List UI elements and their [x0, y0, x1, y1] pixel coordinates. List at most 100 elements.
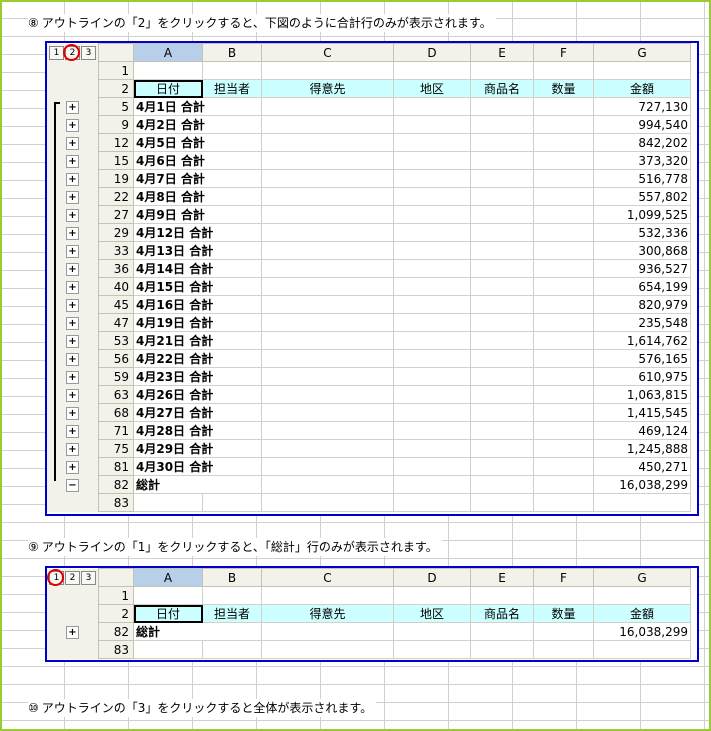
cell[interactable] — [261, 403, 394, 422]
cell[interactable] — [393, 187, 471, 206]
cell[interactable] — [261, 586, 394, 605]
row-header[interactable]: 9 — [98, 115, 134, 134]
cell[interactable] — [470, 586, 534, 605]
cell[interactable] — [393, 133, 471, 152]
amount-cell[interactable]: 16,038,299 — [593, 622, 691, 641]
header-cell[interactable]: 担当者 — [202, 79, 262, 98]
date-label-cell[interactable]: 4月13日 合計 — [133, 241, 262, 260]
cell[interactable] — [261, 475, 394, 494]
row-header[interactable]: 2 — [98, 604, 134, 623]
cell[interactable] — [393, 640, 471, 659]
cell[interactable] — [393, 493, 471, 512]
amount-cell[interactable]: 516,778 — [593, 169, 691, 188]
cell[interactable] — [533, 475, 594, 494]
header-cell[interactable]: 得意先 — [261, 604, 394, 623]
cell[interactable] — [261, 205, 394, 224]
row-header[interactable]: 68 — [98, 403, 134, 422]
row-header[interactable]: 36 — [98, 259, 134, 278]
cell[interactable] — [393, 367, 471, 386]
column-header-B[interactable]: B — [202, 43, 262, 62]
cell[interactable] — [261, 241, 394, 260]
cell[interactable] — [470, 277, 534, 296]
cell[interactable] — [533, 277, 594, 296]
cell[interactable] — [470, 259, 534, 278]
date-label-cell[interactable]: 4月7日 合計 — [133, 169, 262, 188]
cell[interactable] — [470, 349, 534, 368]
row-header[interactable]: 19 — [98, 169, 134, 188]
cell[interactable] — [393, 169, 471, 188]
expand-group-button[interactable]: + — [66, 461, 79, 474]
cell[interactable] — [261, 115, 394, 134]
cell[interactable] — [470, 151, 534, 170]
cell[interactable] — [261, 223, 394, 242]
cell[interactable] — [470, 169, 534, 188]
cell[interactable] — [593, 640, 691, 659]
cell[interactable] — [533, 259, 594, 278]
cell[interactable] — [533, 622, 594, 641]
row-header[interactable]: 2 — [98, 79, 134, 98]
row-header[interactable]: 81 — [98, 457, 134, 476]
cell[interactable] — [470, 622, 534, 641]
row-header[interactable]: 63 — [98, 385, 134, 404]
amount-cell[interactable]: 557,802 — [593, 187, 691, 206]
amount-cell[interactable]: 532,336 — [593, 223, 691, 242]
column-header-C[interactable]: C — [261, 43, 394, 62]
cell[interactable] — [533, 493, 594, 512]
date-label-cell[interactable]: 4月19日 合計 — [133, 313, 262, 332]
cell[interactable] — [393, 457, 471, 476]
cell[interactable] — [261, 169, 394, 188]
header-cell[interactable]: 数量 — [533, 604, 594, 623]
cell[interactable] — [533, 241, 594, 260]
date-label-cell[interactable]: 4月21日 合計 — [133, 331, 262, 350]
cell[interactable] — [593, 586, 691, 605]
expand-group-button[interactable]: + — [66, 227, 79, 240]
cell[interactable] — [470, 367, 534, 386]
row-header[interactable]: 71 — [98, 421, 134, 440]
cell[interactable] — [133, 493, 203, 512]
expand-group-button[interactable]: + — [66, 263, 79, 276]
cell[interactable] — [202, 61, 262, 80]
date-label-cell[interactable]: 4月6日 合計 — [133, 151, 262, 170]
cell[interactable] — [533, 61, 594, 80]
cell[interactable] — [533, 97, 594, 116]
cell[interactable] — [202, 493, 262, 512]
expand-group-button[interactable]: + — [66, 335, 79, 348]
header-cell[interactable]: 担当者 — [202, 604, 262, 623]
amount-cell[interactable]: 994,540 — [593, 115, 691, 134]
amount-cell[interactable]: 1,245,888 — [593, 439, 691, 458]
cell[interactable] — [261, 457, 394, 476]
cell[interactable] — [470, 457, 534, 476]
cell[interactable] — [470, 133, 534, 152]
amount-cell[interactable]: 576,165 — [593, 349, 691, 368]
row-header[interactable]: 29 — [98, 223, 134, 242]
cell[interactable] — [393, 151, 471, 170]
amount-cell[interactable]: 1,063,815 — [593, 385, 691, 404]
row-header[interactable]: 82 — [98, 622, 134, 641]
row-header[interactable]: 1 — [98, 586, 134, 605]
cell[interactable] — [261, 640, 394, 659]
cell[interactable] — [393, 622, 471, 641]
expand-group-button[interactable]: + — [66, 191, 79, 204]
row-header[interactable]: 40 — [98, 277, 134, 296]
cell[interactable] — [470, 493, 534, 512]
cell[interactable] — [533, 586, 594, 605]
header-cell[interactable]: 得意先 — [261, 79, 394, 98]
select-all-corner[interactable] — [98, 43, 134, 62]
amount-cell[interactable]: 654,199 — [593, 277, 691, 296]
amount-cell[interactable]: 373,320 — [593, 151, 691, 170]
cell[interactable] — [261, 367, 394, 386]
amount-cell[interactable]: 936,527 — [593, 259, 691, 278]
expand-group-button[interactable]: + — [66, 371, 79, 384]
cell[interactable] — [393, 313, 471, 332]
date-label-cell[interactable]: 4月1日 合計 — [133, 97, 262, 116]
cell[interactable] — [393, 295, 471, 314]
cell[interactable] — [533, 115, 594, 134]
cell[interactable] — [393, 223, 471, 242]
cell[interactable] — [470, 313, 534, 332]
date-label-cell[interactable]: 4月29日 合計 — [133, 439, 262, 458]
expand-group-button[interactable]: + — [66, 245, 79, 258]
expand-group-button[interactable]: + — [66, 173, 79, 186]
cell[interactable] — [593, 61, 691, 80]
expand-group-button[interactable]: + — [66, 626, 79, 639]
date-label-cell[interactable]: 4月23日 合計 — [133, 367, 262, 386]
